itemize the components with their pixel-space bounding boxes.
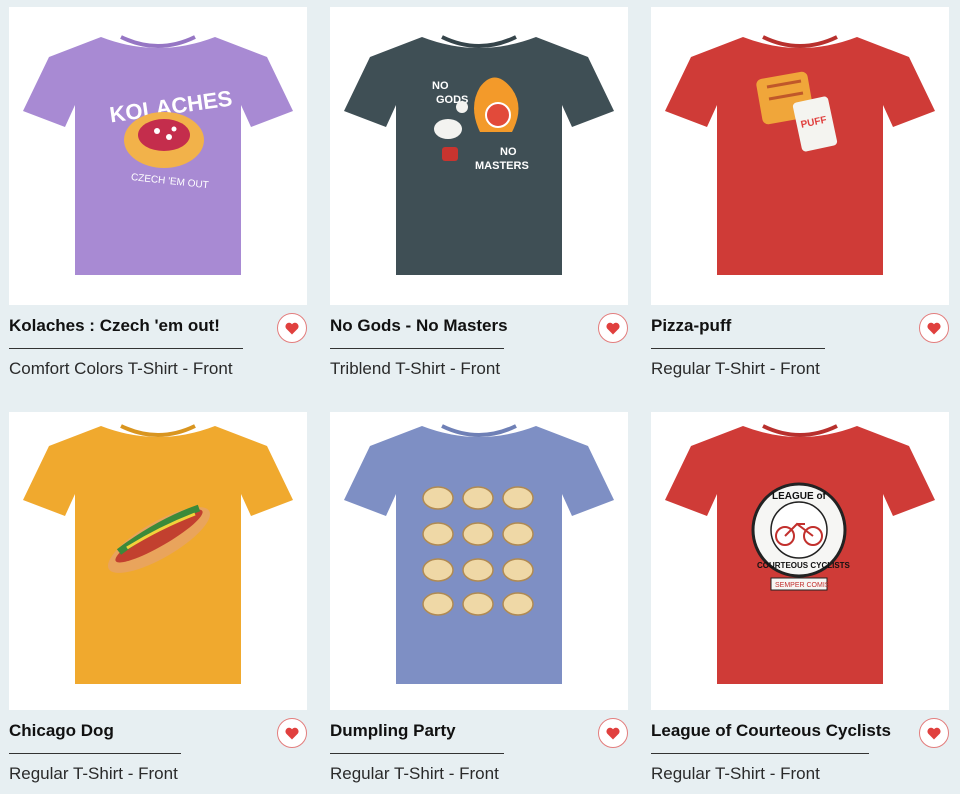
art-text: MASTERS	[475, 160, 529, 172]
product-subtitle: Comfort Colors T-Shirt - Front	[9, 359, 233, 378]
divider	[9, 753, 181, 754]
product-image[interactable]: LEAGUE of COURTEOUS CYCLISTS SEMPER COMI…	[651, 412, 949, 710]
heart-icon	[927, 727, 941, 739]
divider	[651, 753, 869, 754]
heart-icon	[606, 322, 620, 334]
divider	[330, 753, 504, 754]
product-title[interactable]: Pizza-puff	[651, 316, 731, 336]
product-image[interactable]	[330, 412, 628, 710]
heart-icon	[606, 727, 620, 739]
heart-icon	[927, 322, 941, 334]
favorite-button[interactable]	[598, 718, 628, 748]
product-image[interactable]: NO GODS NO MASTERS	[330, 7, 628, 305]
art-text: NO	[432, 80, 449, 92]
product-title[interactable]: No Gods - No Masters	[330, 316, 508, 336]
product-grid: KOLACHES CZECH 'EM OUT Kolaches : Czech …	[0, 0, 960, 794]
favorite-button[interactable]	[919, 718, 949, 748]
art-text: NO	[500, 146, 517, 158]
product-subtitle: Regular T-Shirt - Front	[651, 764, 820, 783]
product-title[interactable]: Kolaches : Czech 'em out!	[9, 316, 220, 336]
favorite-button[interactable]	[919, 313, 949, 343]
divider	[9, 348, 243, 349]
favorite-button[interactable]	[598, 313, 628, 343]
divider	[330, 348, 504, 349]
art-text: LEAGUE of	[772, 491, 827, 502]
heart-icon	[285, 322, 299, 334]
product-image[interactable]: PUFF	[651, 7, 949, 305]
product-title[interactable]: Dumpling Party	[330, 721, 456, 741]
favorite-button[interactable]	[277, 718, 307, 748]
favorite-button[interactable]	[277, 313, 307, 343]
product-title[interactable]: League of Courteous Cyclists	[651, 721, 891, 741]
art-text: COURTEOUS CYCLISTS	[757, 561, 851, 570]
product-image[interactable]	[9, 412, 307, 710]
product-image[interactable]: KOLACHES CZECH 'EM OUT	[9, 7, 307, 305]
heart-icon	[285, 727, 299, 739]
product-subtitle: Regular T-Shirt - Front	[651, 359, 820, 378]
product-subtitle: Regular T-Shirt - Front	[330, 764, 499, 783]
product-title[interactable]: Chicago Dog	[9, 721, 114, 741]
product-subtitle: Regular T-Shirt - Front	[9, 764, 178, 783]
art-text: SEMPER COMIS	[775, 582, 830, 589]
divider	[651, 348, 825, 349]
product-subtitle: Triblend T-Shirt - Front	[330, 359, 501, 378]
